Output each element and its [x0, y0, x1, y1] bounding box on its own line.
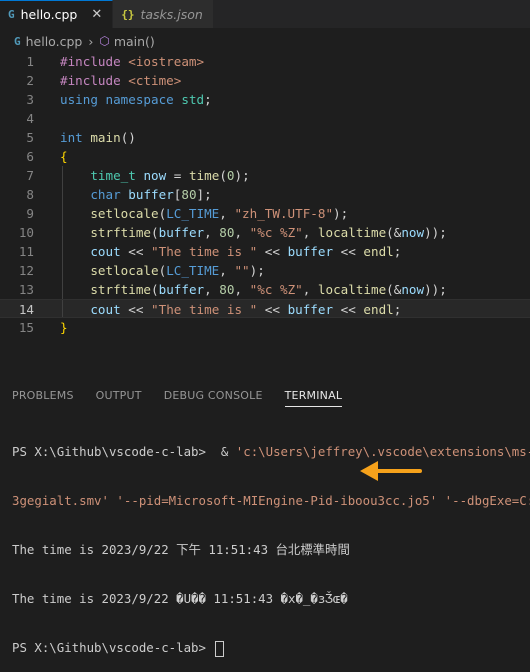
- code-line: 1 #include <iostream>: [0, 52, 530, 71]
- code-line: 6{: [0, 147, 530, 166]
- code-line: 15}: [0, 318, 530, 337]
- chevron-right-icon: ›: [88, 33, 94, 49]
- terminal-output[interactable]: PS X:\Github\vscode-c-lab> & 'c:\Users\j…: [12, 412, 530, 672]
- line-number: 3: [26, 92, 34, 107]
- breadcrumb: G hello.cpp › ⬡ main(): [0, 28, 530, 54]
- line-number: 8: [26, 187, 34, 202]
- terminal-line: The time is 2023/9/22 下午 11:51:43 台北標準時間: [12, 542, 350, 557]
- method-cube-icon: ⬡: [99, 34, 110, 48]
- code-line: 2 #include <ctime>: [0, 71, 530, 90]
- tab-output[interactable]: OUTPUT: [96, 386, 142, 406]
- close-icon[interactable]: ✕: [91, 7, 102, 22]
- line-number: 4: [26, 111, 34, 126]
- code-line: 13 strftime(buffer, 80, "%c %Z", localti…: [0, 280, 530, 299]
- code-editor[interactable]: 1 #include <iostream> 2 #include <ctime> 3…: [0, 52, 530, 342]
- code-line: 11 cout << "The time is " << buffer << e…: [0, 242, 530, 261]
- line-number: 13: [18, 282, 34, 297]
- code-line: 4: [0, 109, 530, 128]
- tab-problems[interactable]: PROBLEMS: [12, 386, 74, 406]
- tab-label: tasks.json: [140, 6, 203, 22]
- tab-hello-cpp[interactable]: G hello.cpp ✕: [0, 0, 114, 28]
- line-number: 7: [26, 168, 34, 183]
- line-number: 6: [26, 149, 34, 164]
- code-line: 3 using namespace std;: [0, 90, 530, 109]
- editor-tab-bar: G hello.cpp ✕ {} tasks.json: [0, 0, 530, 28]
- tab-tasks-json[interactable]: {} tasks.json: [113, 0, 214, 28]
- terminal-line: The time is 2023/9/22 �U�� 11:51:43 �x�_…: [12, 591, 348, 606]
- terminal-line: PS X:\Github\vscode-c-lab> & 'c:\Users\j…: [12, 444, 530, 459]
- code-line: 7 time_t now = time(0);: [0, 166, 530, 185]
- tab-terminal[interactable]: TERMINAL: [284, 386, 343, 407]
- line-number: 10: [18, 225, 34, 240]
- code-line: 8 char buffer[80];: [0, 185, 530, 204]
- breadcrumb-file[interactable]: hello.cpp: [26, 34, 83, 49]
- panel-tab-bar: PROBLEMS OUTPUT DEBUG CONSOLE TERMINAL: [0, 386, 530, 408]
- code-line: 10 strftime(buffer, 80, "%c %Z", localti…: [0, 223, 530, 242]
- code-line: 9 setlocale(LC_TIME, "zh_TW.UTF-8");: [0, 204, 530, 223]
- line-number: 12: [18, 263, 34, 278]
- code-line: 5 int main(): [0, 128, 530, 147]
- terminal-line: 3gegialt.smv' '--pid=Microsoft-MIEngine-…: [12, 493, 530, 508]
- line-number: 9: [26, 206, 34, 221]
- json-file-icon: {}: [121, 7, 135, 21]
- left-arrow-annotation-icon: [360, 461, 422, 481]
- code-line-current: 14 cout << "The time is " << buffer << e…: [0, 299, 530, 318]
- line-number: 5: [26, 130, 34, 145]
- line-number: 2: [26, 73, 34, 88]
- tab-debug-console[interactable]: DEBUG CONSOLE: [164, 386, 263, 406]
- line-number: 11: [18, 244, 34, 259]
- terminal-cursor: [215, 640, 225, 657]
- line-number: 15: [18, 320, 34, 335]
- code-line: 12 setlocale(LC_TIME, "");: [0, 261, 530, 280]
- line-number: 1: [26, 54, 34, 69]
- line-number: 14: [18, 302, 34, 317]
- cpp-file-icon: G: [14, 34, 21, 48]
- breadcrumb-symbol[interactable]: main(): [114, 34, 155, 49]
- cpp-file-icon: G: [8, 8, 15, 21]
- terminal-line: PS X:\Github\vscode-c-lab>: [12, 638, 530, 657]
- tab-label: hello.cpp: [20, 7, 78, 22]
